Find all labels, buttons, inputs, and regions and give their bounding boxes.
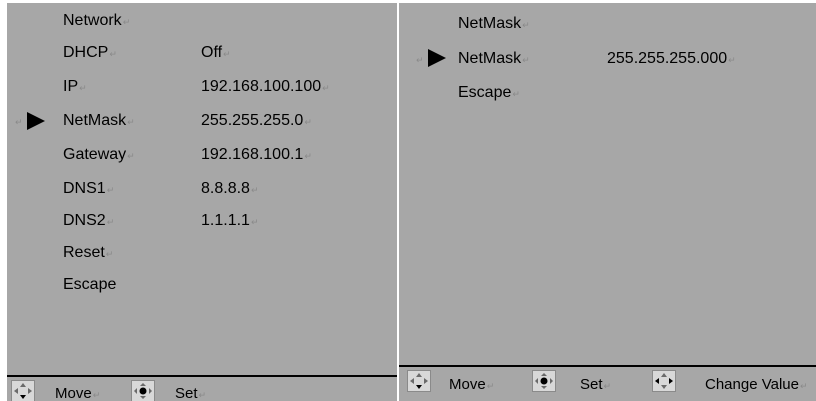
move-arrows-icon: [11, 380, 35, 401]
footer-divider: [7, 375, 397, 377]
dns2-value: 1.1.1.1↵: [201, 212, 259, 229]
escape-label: Escape↵: [458, 84, 520, 101]
netmask-label: NetMask↵: [63, 112, 135, 129]
dns1-label: DNS1↵: [63, 180, 115, 197]
dns1-value: 8.8.8.8↵: [201, 180, 259, 197]
move-hint-label: Move↵: [55, 385, 101, 401]
set-center-icon: [131, 380, 155, 401]
ip-value: 192.168.100.100↵: [201, 78, 330, 95]
cursor-return-mark: ↵: [15, 117, 23, 127]
network-settings-panel: Network↵ DHCP↵ Off↵ IP↵ 192.168.100.100↵…: [7, 3, 397, 401]
gateway-label: Gateway↵: [63, 146, 135, 163]
selection-cursor-icon: [27, 112, 45, 130]
gateway-value: 192.168.100.1↵: [201, 146, 312, 163]
change-value-icon: [652, 370, 676, 392]
dhcp-value: Off↵: [201, 44, 231, 61]
change-value-hint-label: Change Value↵: [705, 376, 808, 393]
dhcp-label: DHCP↵: [63, 44, 117, 61]
netmask-page-title: NetMask↵: [458, 15, 530, 32]
set-center-icon: [532, 370, 556, 392]
ip-label: IP↵: [63, 78, 87, 95]
netmask-edit-panel: NetMask↵ ↵ NetMask↵ 255.255.255.000↵ Esc…: [399, 3, 816, 401]
set-hint-label: Set↵: [580, 376, 612, 393]
reset-label: Reset↵: [63, 244, 114, 261]
escape-label: Escape: [63, 276, 117, 293]
selection-cursor-icon: [428, 49, 446, 67]
dns2-label: DNS2↵: [63, 212, 115, 229]
set-hint-label: Set↵: [175, 385, 207, 401]
netmask-edit-value[interactable]: 255.255.255.000↵: [607, 44, 736, 75]
netmask-value: 255.255.255.0↵: [201, 112, 312, 129]
cursor-return-mark: ↵: [416, 55, 424, 65]
network-menu-heading: Network↵: [63, 12, 131, 29]
move-hint-label: Move↵: [449, 376, 495, 393]
footer-divider: [399, 365, 816, 367]
move-arrows-icon: [407, 370, 431, 392]
netmask-edit-label: NetMask↵: [458, 50, 530, 67]
